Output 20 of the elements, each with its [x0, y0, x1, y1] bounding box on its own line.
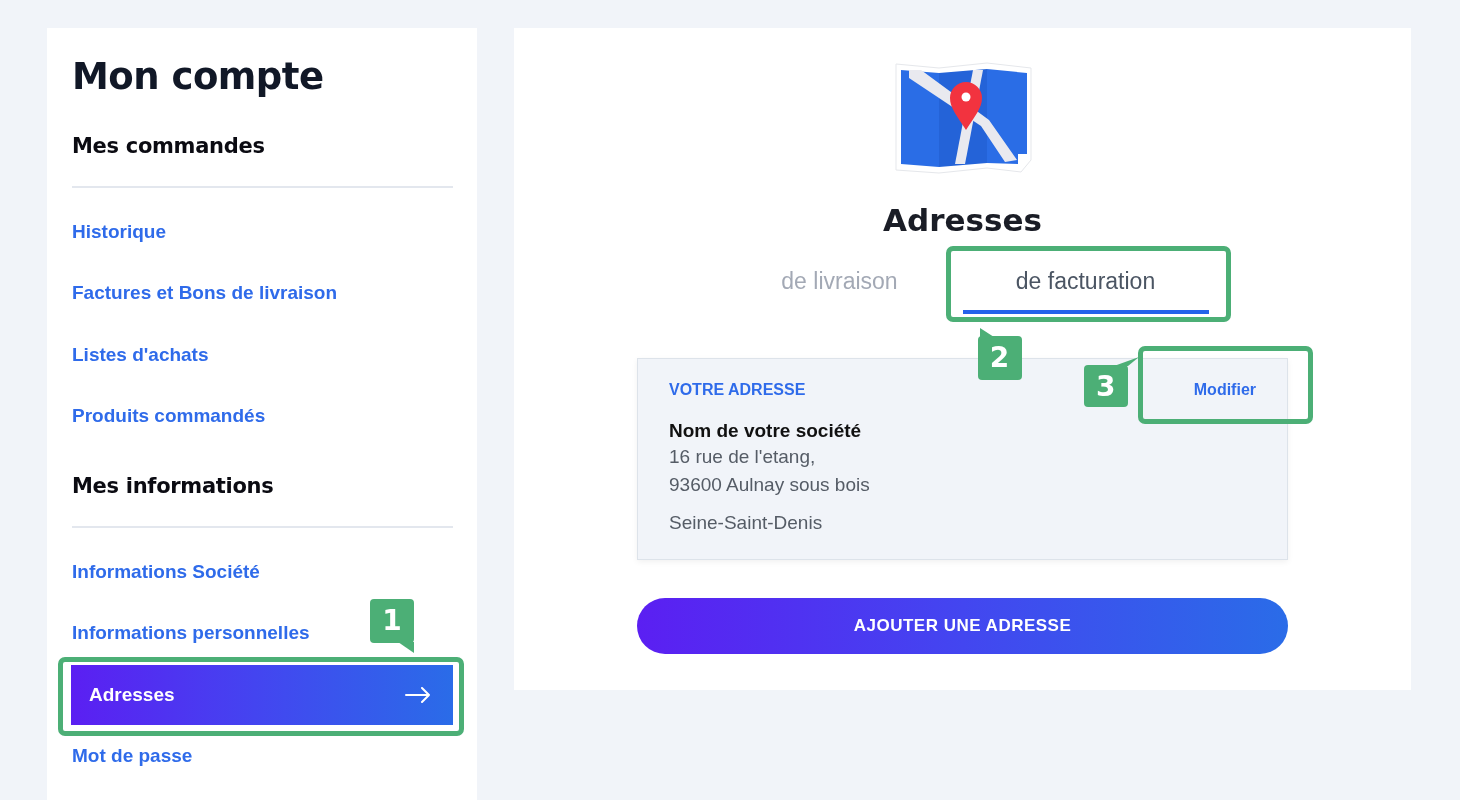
address-heading: VOTRE ADRESSE	[669, 381, 806, 399]
sidebar-item[interactable]: Adresses	[71, 664, 453, 725]
sidebar-item[interactable]: Informations Société	[72, 556, 260, 587]
edit-link[interactable]: Modifier	[1193, 381, 1256, 399]
section-heading: Mes informations	[72, 473, 275, 500]
address-region: Seine-Saint-Denis	[669, 511, 824, 535]
section-heading: Mes commandes	[72, 133, 266, 160]
sidebar-item[interactable]: Factures et Bons de livraison	[72, 278, 338, 309]
account-title: Mon compte	[72, 54, 325, 100]
address-line: 93600 Aulnay sous bois	[669, 473, 871, 497]
company-name: Nom de votre société	[669, 419, 863, 443]
tab[interactable]: de facturation	[962, 260, 1209, 314]
sidebar-item[interactable]: Produits commandés	[72, 401, 266, 432]
sidebar-item[interactable]: Mot de passe	[72, 741, 193, 772]
sidebar-item[interactable]: Listes d'achats	[72, 339, 209, 370]
add-address-button[interactable]: AJOUTER UNE ADRESSE	[637, 598, 1288, 654]
sidebar-item[interactable]: Informations personnelles	[72, 618, 310, 649]
sidebar-item[interactable]: Historique	[72, 216, 166, 247]
address-line: 16 rue de l'etang,	[669, 445, 817, 469]
page-title: Adresses	[883, 201, 1042, 240]
